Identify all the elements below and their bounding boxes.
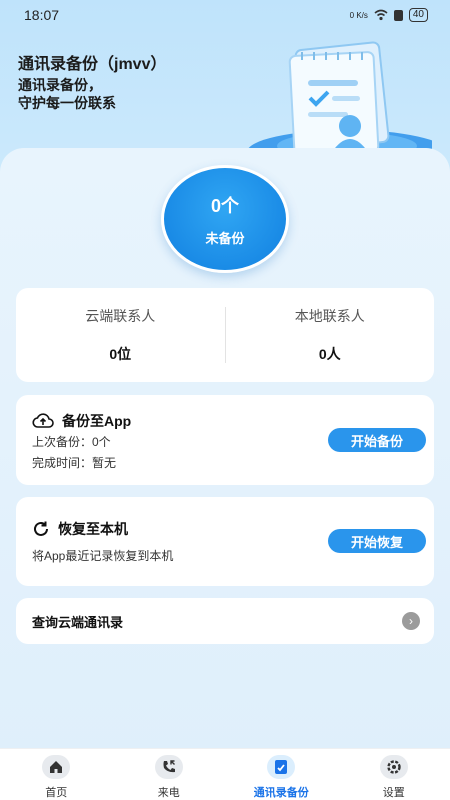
sim-icon [393,9,403,21]
backup-status-label: 未备份 [205,230,245,246]
cloud-contacts-label: 云端联系人 [85,308,156,324]
nav-item-incoming-calls[interactable]: 来电 [124,755,214,800]
backup-count: 0个 [210,195,239,216]
contacts-stats-card: 云端联系人 0位 本地联系人 0人 [16,288,434,382]
contacts-backup-icon [267,755,296,779]
wifi-icon [374,9,388,21]
nav-label-settings: 设置 [382,787,405,799]
battery-indicator: 40 [408,8,428,22]
query-cloud-contacts-label: 查询云端通讯录 [32,614,124,630]
status-icons: 0 K/s 40 [350,8,428,22]
nav-item-home[interactable]: 首页 [11,755,101,800]
cloud-contacts-value: 0位 [109,346,132,362]
network-speed: 0 K/s [349,10,368,20]
chevron-right-icon: › [402,612,420,630]
nav-label-home: 首页 [45,787,68,799]
finish-time-text: 完成时间：暂无 [32,456,117,470]
settings-icon [379,755,408,779]
query-cloud-contacts-row[interactable]: 查询云端通讯录 › [16,598,434,644]
restore-title-row: 恢复至本机 [32,519,128,539]
local-contacts-label: 本地联系人 [294,308,365,324]
restore-card: 恢复至本机 将App最近记录恢复到本机 开始恢复 [16,497,434,586]
page-title: 通讯录备份（jmvv） [18,56,167,73]
status-time: 18:07 [24,7,60,23]
nav-label-incoming-calls: 来电 [157,787,180,799]
last-backup-text: 上次备份：0个 [32,435,111,449]
nav-label-contacts-backup: 通讯录备份 [253,787,309,799]
incoming-call-icon [154,755,183,779]
start-backup-button[interactable]: 开始备份 [328,428,426,452]
status-bar: 18:07 0 K/s 40 [0,0,450,30]
start-restore-button[interactable]: 开始恢复 [328,529,426,553]
local-contacts-value: 0人 [318,346,341,362]
bottom-nav: 首页 来电 通讯录备份 设置 [0,748,450,800]
page-subtitle: 通讯录备份， 守护每一份联系 [18,76,116,112]
restore-description: 将App最近记录恢复到本机 [32,549,174,563]
nav-item-contacts-backup[interactable]: 通讯录备份 [236,755,326,800]
cloud-contacts-stat: 云端联系人 0位 [16,306,225,364]
subtitle-line-2: 守护每一份联系 [18,95,116,111]
backup-title: 备份至App [62,413,132,429]
subtitle-line-1: 通讯录备份， [18,77,102,93]
backup-card: 备份至App 上次备份：0个 完成时间：暂无 开始备份 [16,395,434,485]
restore-title: 恢复至本机 [58,521,128,537]
refresh-icon [34,521,48,536]
contacts-book-illustration [247,41,432,160]
nav-item-settings[interactable]: 设置 [349,755,439,800]
backup-status-circle: 0个 未备份 [161,165,289,273]
home-icon [42,755,71,779]
local-contacts-stat: 本地联系人 0人 [226,306,435,364]
backup-title-row: 备份至App [32,411,131,431]
cloud-upload-icon [32,413,54,428]
